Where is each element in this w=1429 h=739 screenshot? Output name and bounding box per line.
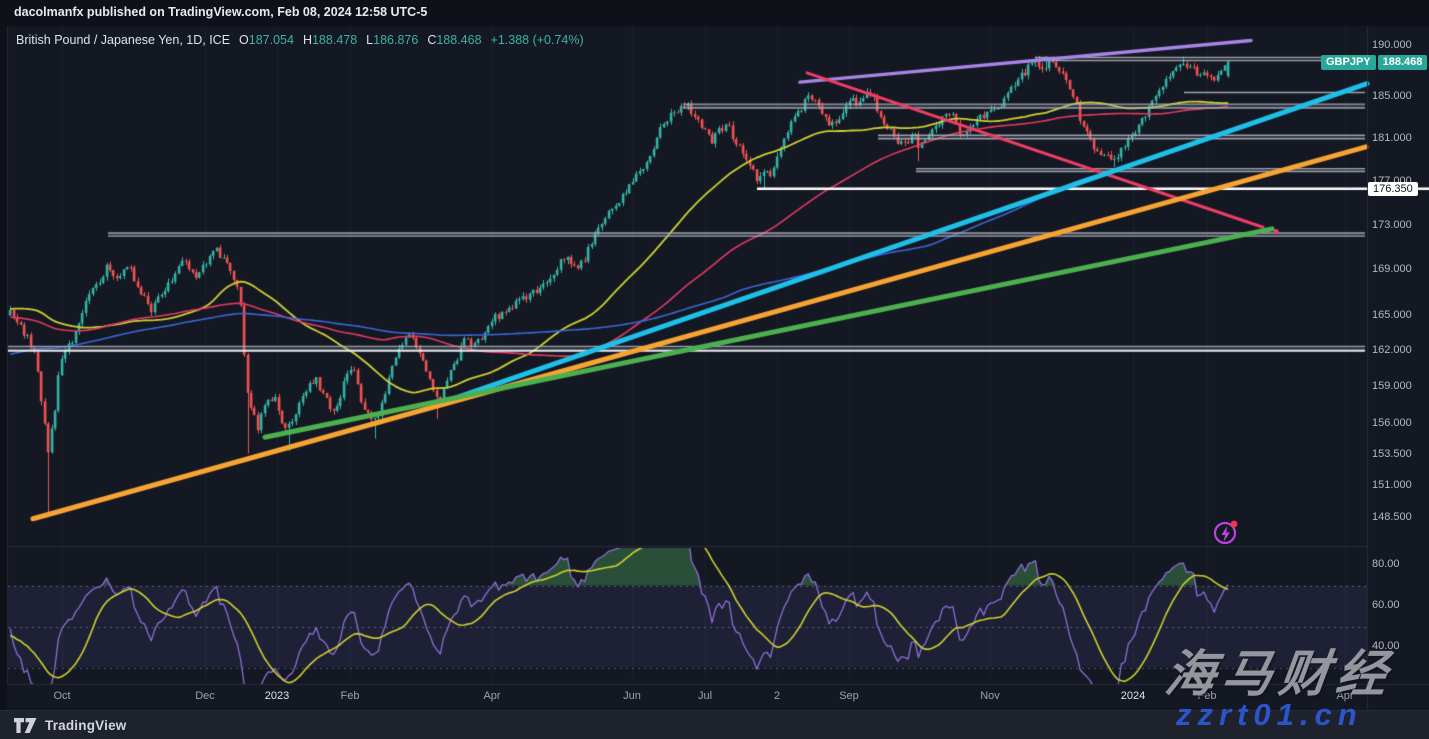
tradingview-chart-snapshot: dacolmanfx published on TradingView.com,… [0,0,1429,739]
time-tick-label: Jun [610,690,654,703]
flash-reaction-icon[interactable] [1210,516,1242,548]
price-tick-label: 190.000 [1372,39,1412,52]
high-value: 188.478 [312,33,357,47]
price-chart-canvas[interactable] [0,0,1429,739]
price-tick-label: 162.000 [1372,344,1412,357]
price-tick-label: 169.000 [1372,263,1412,276]
price-tick-label: 148.500 [1372,511,1412,524]
time-tick-label: Jul [683,690,727,703]
time-tick-label: Nov [968,690,1012,703]
watermark-url: zzrt01.cn [1176,697,1363,733]
price-tick-label: 185.000 [1372,90,1412,103]
price-tick-label: 156.000 [1372,417,1412,430]
publish-header-text: dacolmanfx published on TradingView.com,… [14,5,427,19]
level-price-label: 176.350 [1368,182,1418,196]
tradingview-logo-icon[interactable] [14,718,37,733]
time-tick-label: 2023 [255,690,299,703]
last-price-badge: GBPJPY 188.468 [1321,55,1427,70]
price-tick-label: 159.000 [1372,380,1412,393]
time-tick-label: 2024 [1111,690,1155,703]
time-tick-label: Sep [827,690,871,703]
symbol-info-row[interactable]: British Pound / Japanese Yen, 1D, ICEO18… [16,33,584,47]
publish-header: dacolmanfx published on TradingView.com,… [14,5,427,19]
price-tick-label: 153.500 [1372,448,1412,461]
last-price-value: 188.468 [1378,55,1428,70]
price-tick-label: 173.000 [1372,219,1412,232]
rsi-tick-label: 80.00 [1372,558,1400,571]
symbol-title: British Pound / Japanese Yen, 1D, ICE [16,33,230,47]
time-tick-label: Apr [470,690,514,703]
tradingview-logo-text[interactable]: TradingView [45,718,126,733]
high-label: H [303,33,312,47]
close-label: C [427,33,436,47]
time-tick-label: 2 [755,690,799,703]
open-value: 187.054 [249,33,294,47]
price-tick-label: 165.000 [1372,309,1412,322]
price-tick-label: 181.000 [1372,132,1412,145]
price-tick-label: 151.000 [1372,479,1412,492]
low-value: 186.876 [373,33,418,47]
rsi-tick-label: 60.00 [1372,599,1400,612]
time-tick-label: Dec [183,690,227,703]
time-tick-label: Feb [328,690,372,703]
open-label: O [239,33,249,47]
change-value: +1.388 (+0.74%) [491,33,584,47]
time-tick-label: Oct [40,690,84,703]
symbol-ticker-badge: GBPJPY [1321,55,1376,70]
close-value: 188.468 [436,33,481,47]
watermark-chinese: 海马财经 [1162,634,1399,706]
